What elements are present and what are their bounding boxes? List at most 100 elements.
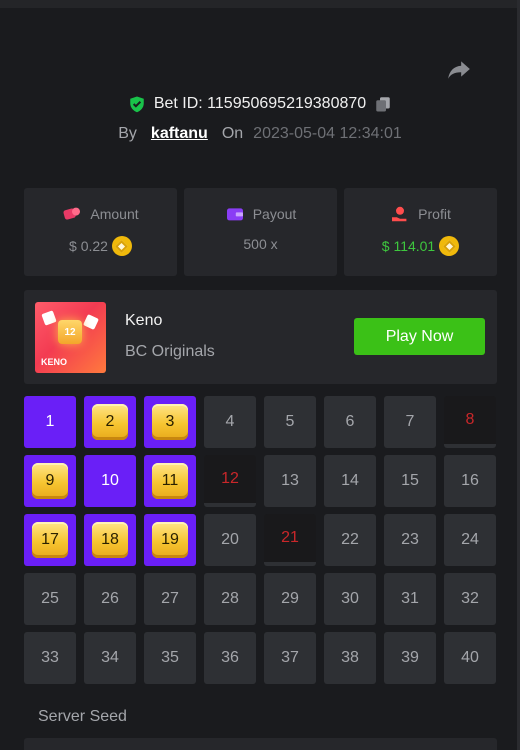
keno-number: 29 [281,590,299,607]
gold-gem-icon: 17 [32,522,68,558]
stat-amount: Amount $ 0.22 [24,188,177,276]
keno-number: 35 [161,649,179,666]
keno-cell[interactable]: 38 [324,632,376,684]
bet-datetime: 2023-05-04 12:34:01 [253,125,402,142]
keno-cell[interactable]: 27 [144,573,196,625]
keno-cell[interactable]: 40 [444,632,496,684]
keno-cell[interactable]: 4 [204,396,256,448]
keno-cell[interactable]: 2 [84,396,136,448]
server-seed-field[interactable] [24,738,497,750]
keno-cell[interactable]: 11 [144,455,196,507]
keno-cell[interactable]: 5 [264,396,316,448]
game-name: Keno [125,312,163,329]
keno-number: 1 [45,413,55,430]
shield-check-icon [130,96,144,113]
keno-cell[interactable]: 31 [384,573,436,625]
keno-number: 37 [281,649,299,666]
keno-number: 15 [401,472,419,489]
money-bag-icon [63,207,81,220]
keno-cell[interactable]: 25 [24,573,76,625]
keno-cell[interactable]: 15 [384,455,436,507]
thumb-label: KENO [41,357,68,367]
keno-cell[interactable]: 26 [84,573,136,625]
keno-tile: 12 [58,320,82,344]
keno-cell[interactable]: 30 [324,573,376,625]
keno-number: 22 [341,531,359,548]
keno-cell[interactable]: 14 [324,455,376,507]
hand-coin-icon [392,206,407,222]
wallet-icon [226,208,243,221]
bnb-coin-icon [439,236,460,256]
keno-cell[interactable]: 3 [144,396,196,448]
username-link[interactable]: kaftanu [151,125,208,143]
keno-cell[interactable]: 1 [24,396,76,448]
keno-number: 26 [101,590,119,607]
keno-cell[interactable]: 29 [264,573,316,625]
keno-number: 33 [41,649,59,666]
keno-number: 7 [405,413,415,430]
keno-number: 5 [285,413,295,430]
keno-thumbnail[interactable]: 12 KENO [35,302,106,373]
keno-cell[interactable]: 18 [84,514,136,566]
keno-number: 14 [341,472,359,489]
gold-gem-icon: 18 [92,522,128,558]
stat-payout: Payout 500 x [184,188,337,276]
keno-number: 6 [345,413,355,430]
keno-number: 39 [401,649,419,666]
keno-number: 8 [465,411,475,428]
top-bar [0,0,520,8]
keno-cell[interactable]: 28 [204,573,256,625]
keno-cell[interactable]: 13 [264,455,316,507]
keno-number: 16 [461,472,479,489]
game-provider: BC Originals [125,343,215,360]
gold-gem-icon: 11 [152,463,188,499]
bet-id-row: Bet ID: 115950695219380870 [0,92,520,116]
keno-cell[interactable]: 6 [324,396,376,448]
keno-number: 12 [221,470,239,487]
profit-value: $ 114.01 [381,238,436,254]
dice-icon [83,314,99,330]
keno-number: 20 [221,531,239,548]
keno-cell[interactable]: 7 [384,396,436,448]
gold-gem-icon: 9 [32,463,68,499]
keno-cell[interactable]: 17 [24,514,76,566]
on-label: On [221,125,244,142]
payout-value: 500 x [243,236,278,252]
keno-cell[interactable]: 16 [444,455,496,507]
keno-number: 40 [461,649,479,666]
keno-cell[interactable]: 8 [444,396,496,448]
keno-number: 36 [221,649,239,666]
stat-profit: Profit $ 114.01 [344,188,497,276]
keno-cell[interactable]: 20 [204,514,256,566]
keno-cell[interactable]: 10 [84,455,136,507]
keno-cell[interactable]: 35 [144,632,196,684]
server-seed-label: Server Seed [38,708,127,725]
gold-gem-icon: 19 [152,522,188,558]
keno-cell[interactable]: 9 [24,455,76,507]
amount-label: Amount [90,206,139,222]
keno-number: 38 [341,649,359,666]
keno-number: 25 [41,590,59,607]
keno-cell[interactable]: 12 [204,455,256,507]
keno-cell[interactable]: 24 [444,514,496,566]
bet-id: Bet ID: 115950695219380870 [153,95,367,112]
keno-cell[interactable]: 36 [204,632,256,684]
keno-cell[interactable]: 33 [24,632,76,684]
keno-cell[interactable]: 32 [444,573,496,625]
keno-cell[interactable]: 37 [264,632,316,684]
bnb-coin-icon [111,236,132,256]
copy-icon[interactable] [374,95,392,113]
keno-cell[interactable]: 19 [144,514,196,566]
keno-cell[interactable]: 22 [324,514,376,566]
share-icon[interactable] [446,56,472,82]
keno-cell[interactable]: 34 [84,632,136,684]
keno-cell[interactable]: 39 [384,632,436,684]
keno-number: 21 [281,529,299,546]
keno-cell[interactable]: 21 [264,514,316,566]
gold-gem-icon: 2 [92,404,128,440]
keno-number: 27 [161,590,179,607]
keno-number: 4 [225,413,235,430]
play-now-button[interactable]: Play Now [354,318,485,355]
keno-number: 24 [461,531,479,548]
keno-cell[interactable]: 23 [384,514,436,566]
